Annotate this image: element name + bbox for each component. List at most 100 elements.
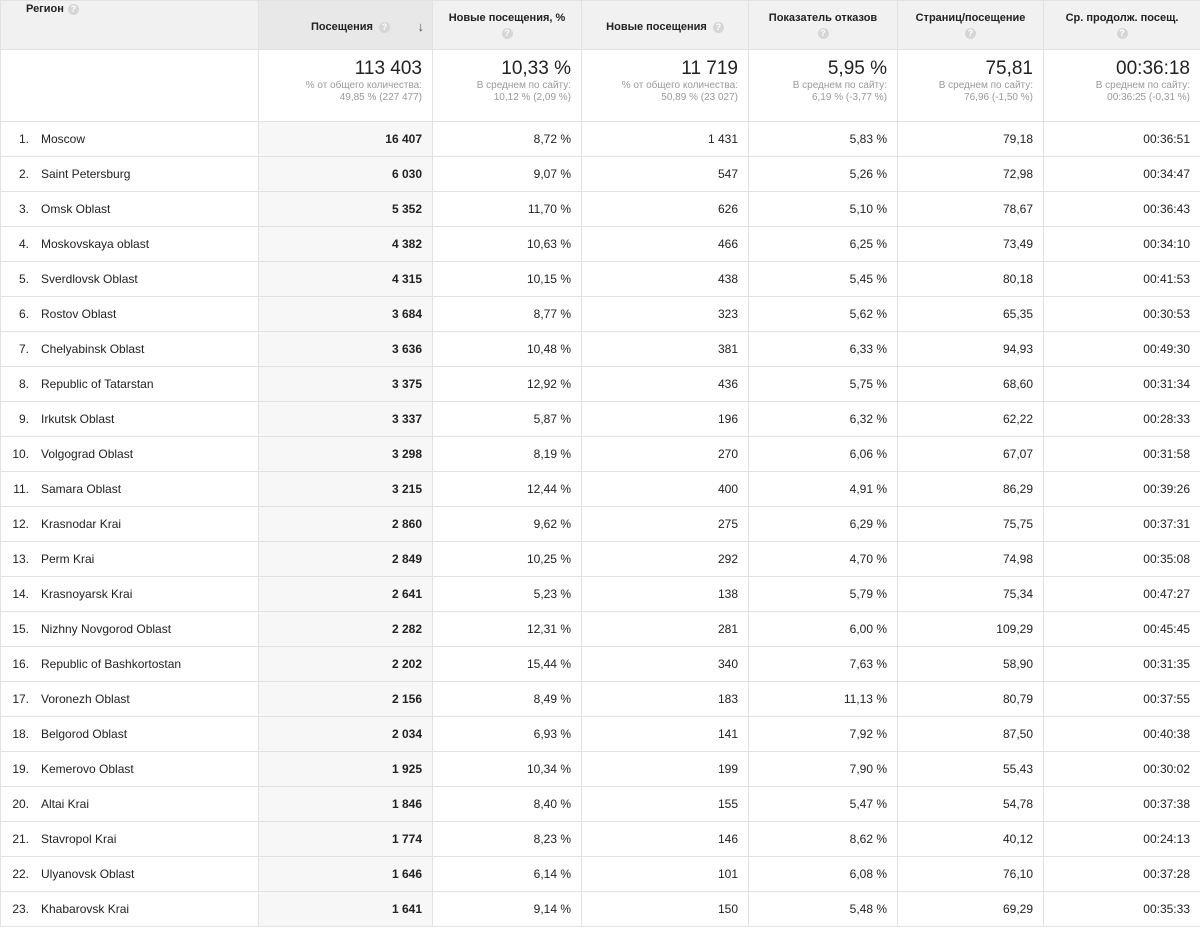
- region-cell: 23.Khabarovsk Krai: [1, 892, 259, 927]
- bounce-rate-cell: 6,33 %: [749, 332, 898, 367]
- table-row: 4.Moskovskaya oblast4 38210,63 %4666,25 …: [1, 227, 1200, 262]
- region-link[interactable]: Chelyabinsk Oblast: [41, 342, 144, 356]
- table-row: 12.Krasnodar Krai2 8609,62 %2756,29 %75,…: [1, 507, 1200, 542]
- new-visits-pct-cell: 9,14 %: [433, 892, 582, 927]
- region-link[interactable]: Irkutsk Oblast: [41, 412, 114, 426]
- visits-cell: 2 202: [259, 647, 433, 682]
- new-visits-cell: 400: [582, 472, 749, 507]
- avg-duration-cell: 00:45:45: [1044, 612, 1200, 647]
- new-visits-cell: 323: [582, 297, 749, 332]
- help-icon[interactable]: ?: [965, 28, 976, 39]
- new-visits-pct-cell: 6,93 %: [433, 717, 582, 752]
- avg-duration-cell: 00:36:43: [1044, 192, 1200, 227]
- new-visits-pct-cell: 8,72 %: [433, 122, 582, 157]
- help-icon[interactable]: ?: [379, 22, 390, 33]
- region-link[interactable]: Rostov Oblast: [41, 307, 116, 321]
- region-link[interactable]: Volgograd Oblast: [41, 447, 133, 461]
- region-cell: 11.Samara Oblast: [1, 472, 259, 507]
- header-pages-per-visit[interactable]: Страниц/посещение ?: [898, 1, 1044, 50]
- new-visits-cell: 146: [582, 822, 749, 857]
- region-link[interactable]: Stavropol Krai: [41, 832, 116, 846]
- region-cell: 17.Voronezh Oblast: [1, 682, 259, 717]
- region-link[interactable]: Nizhny Novgorod Oblast: [41, 622, 171, 636]
- visits-cell: 2 849: [259, 542, 433, 577]
- region-link[interactable]: Republic of Bashkortostan: [41, 657, 181, 671]
- totals-detail: 76,96 (-1,50 %): [898, 92, 1033, 104]
- region-link[interactable]: Altai Krai: [41, 797, 89, 811]
- header-new-visits-pct[interactable]: Новые посещения, % ?: [433, 1, 582, 50]
- new-visits-pct-cell: 5,87 %: [433, 402, 582, 437]
- region-link[interactable]: Moscow: [41, 132, 85, 146]
- region-link[interactable]: Moskovskaya oblast: [41, 237, 149, 251]
- new-visits-cell: 438: [582, 262, 749, 297]
- avg-duration-cell: 00:30:02: [1044, 752, 1200, 787]
- help-icon[interactable]: ?: [818, 28, 829, 39]
- sort-descending-icon[interactable]: ↓: [418, 19, 425, 34]
- region-link[interactable]: Ulyanovsk Oblast: [41, 867, 134, 881]
- avg-duration-cell: 00:36:51: [1044, 122, 1200, 157]
- header-new-visits-label: Новые посещения: [606, 21, 707, 33]
- region-link[interactable]: Omsk Oblast: [41, 202, 110, 216]
- pages-per-visit-cell: 67,07: [898, 437, 1044, 472]
- bounce-rate-cell: 6,25 %: [749, 227, 898, 262]
- totals-detail: 00:36:25 (-0,31 %): [1044, 92, 1190, 104]
- totals-caption: % от общего количества:: [259, 80, 422, 92]
- region-cell: 8.Republic of Tatarstan: [1, 367, 259, 402]
- region-link[interactable]: Kemerovo Oblast: [41, 762, 134, 776]
- totals-detail: 6,19 % (-3,77 %): [749, 92, 887, 104]
- region-link[interactable]: Voronezh Oblast: [41, 692, 130, 706]
- avg-duration-cell: 00:35:33: [1044, 892, 1200, 927]
- region-link[interactable]: Samara Oblast: [41, 482, 121, 496]
- totals-caption: % от общего количества:: [582, 80, 738, 92]
- header-region[interactable]: Регион ?: [1, 1, 259, 50]
- header-visits[interactable]: Посещения ? ↓: [259, 1, 433, 50]
- help-icon[interactable]: ?: [68, 4, 79, 15]
- region-link[interactable]: Perm Krai: [41, 552, 94, 566]
- avg-duration-cell: 00:35:08: [1044, 542, 1200, 577]
- table-row: 19.Kemerovo Oblast1 92510,34 %1997,90 %5…: [1, 752, 1200, 787]
- totals-pages-per-visit: 75,81 В среднем по сайту: 76,96 (-1,50 %…: [898, 50, 1044, 122]
- header-bounce-rate[interactable]: Показатель отказов ?: [749, 1, 898, 50]
- region-link[interactable]: Republic of Tatarstan: [41, 377, 154, 391]
- help-icon[interactable]: ?: [502, 28, 513, 39]
- new-visits-pct-cell: 8,23 %: [433, 822, 582, 857]
- region-link[interactable]: Khabarovsk Krai: [41, 902, 129, 916]
- new-visits-cell: 436: [582, 367, 749, 402]
- pages-per-visit-cell: 62,22: [898, 402, 1044, 437]
- new-visits-pct-cell: 5,23 %: [433, 577, 582, 612]
- header-avg-duration[interactable]: Ср. продолж. посещ. ?: [1044, 1, 1200, 50]
- bounce-rate-cell: 4,70 %: [749, 542, 898, 577]
- pages-per-visit-cell: 75,34: [898, 577, 1044, 612]
- bounce-rate-cell: 5,26 %: [749, 157, 898, 192]
- region-cell: 5.Sverdlovsk Oblast: [1, 262, 259, 297]
- table-row: 23.Khabarovsk Krai1 6419,14 %1505,48 %69…: [1, 892, 1200, 927]
- table-row: 9.Irkutsk Oblast3 3375,87 %1966,32 %62,2…: [1, 402, 1200, 437]
- region-link[interactable]: Saint Petersburg: [41, 167, 130, 181]
- region-link[interactable]: Belgorod Oblast: [41, 727, 127, 741]
- region-cell: 22.Ulyanovsk Oblast: [1, 857, 259, 892]
- new-visits-pct-cell: 8,19 %: [433, 437, 582, 472]
- new-visits-pct-cell: 9,07 %: [433, 157, 582, 192]
- new-visits-cell: 275: [582, 507, 749, 542]
- totals-value: 75,81: [898, 58, 1033, 80]
- help-icon[interactable]: ?: [1117, 28, 1128, 39]
- help-icon[interactable]: ?: [713, 22, 724, 33]
- new-visits-pct-cell: 9,62 %: [433, 507, 582, 542]
- bounce-rate-cell: 5,75 %: [749, 367, 898, 402]
- avg-duration-cell: 00:31:34: [1044, 367, 1200, 402]
- visits-cell: 1 774: [259, 822, 433, 857]
- region-cell: 9.Irkutsk Oblast: [1, 402, 259, 437]
- avg-duration-cell: 00:47:27: [1044, 577, 1200, 612]
- region-link[interactable]: Krasnoyarsk Krai: [41, 587, 132, 601]
- table-row: 22.Ulyanovsk Oblast1 6466,14 %1016,08 %7…: [1, 857, 1200, 892]
- header-new-visits[interactable]: Новые посещения ?: [582, 1, 749, 50]
- row-index: 20.: [1, 797, 41, 811]
- header-pages-per-visit-label: Страниц/посещение: [898, 12, 1043, 24]
- region-cell: 14.Krasnoyarsk Krai: [1, 577, 259, 612]
- row-index: 10.: [1, 447, 41, 461]
- bounce-rate-cell: 6,29 %: [749, 507, 898, 542]
- region-link[interactable]: Krasnodar Krai: [41, 517, 121, 531]
- pages-per-visit-cell: 73,49: [898, 227, 1044, 262]
- new-visits-cell: 626: [582, 192, 749, 227]
- region-link[interactable]: Sverdlovsk Oblast: [41, 272, 138, 286]
